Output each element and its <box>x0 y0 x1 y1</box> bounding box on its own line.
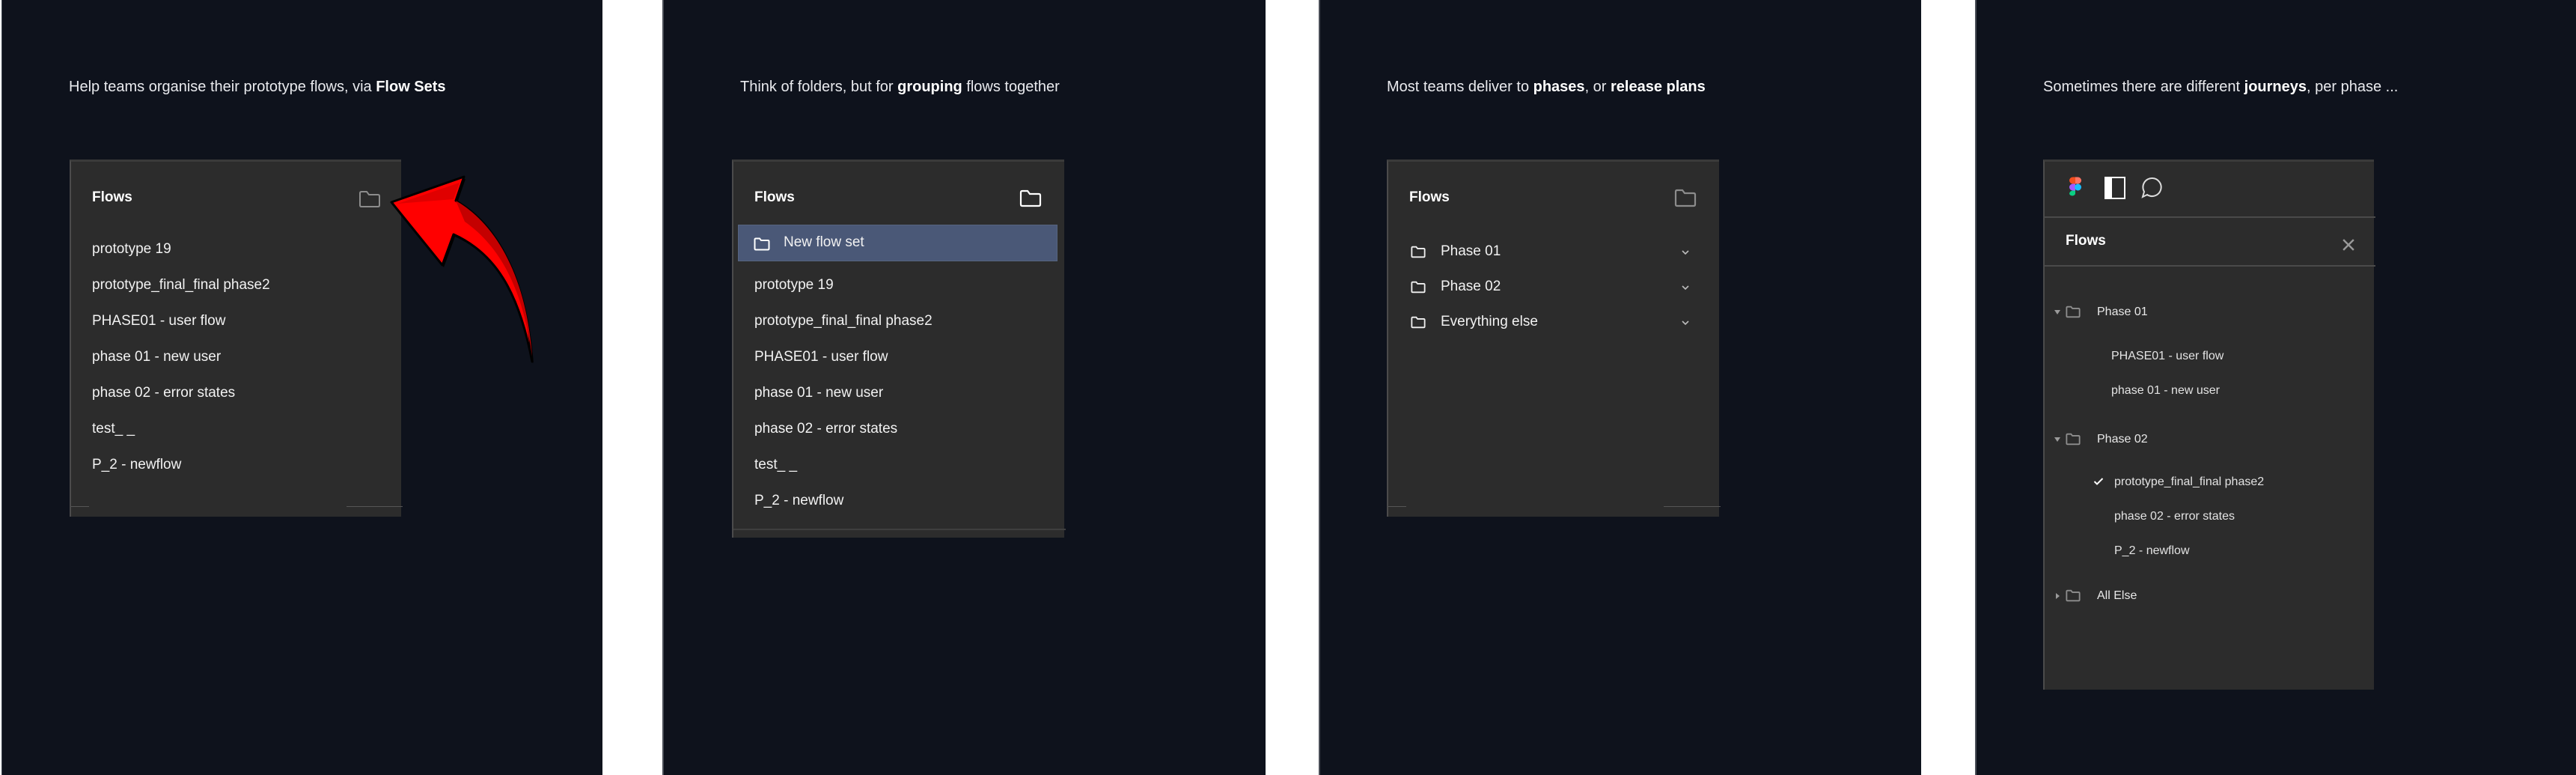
comment-icon[interactable] <box>2141 177 2164 199</box>
divider <box>1664 506 1721 507</box>
flow-item[interactable]: PHASE01 - user flow <box>2045 348 2375 365</box>
caption-text: Help teams organise their prototype flow… <box>69 79 376 95</box>
folder-icon <box>2066 589 2081 602</box>
flow-item[interactable]: phase 02 - error states <box>92 385 235 401</box>
flow-item[interactable]: prototype_final_final phase2 <box>2045 474 2375 490</box>
caption-text: , per phase ... <box>2307 79 2399 95</box>
caption-text: , or <box>1584 79 1611 95</box>
panel-caption: Think of folders, but for grouping flows… <box>740 77 1060 97</box>
flow-item[interactable]: prototype_final_final phase2 <box>754 313 933 329</box>
flow-item[interactable]: phase 02 - error states <box>2045 508 2375 525</box>
panel-caption: Sometimes there are different journeys, … <box>2043 77 2398 97</box>
chevron-down-icon[interactable] <box>1681 249 1690 255</box>
flows-panel: Flows Phase 01 Phase 02 Everything else <box>1387 159 1721 517</box>
flow-set-label: All Else <box>2097 589 2137 602</box>
folder-icon <box>1411 246 1426 258</box>
flows-panel: Flows New flow set prototype 19 prototype… <box>732 159 1066 538</box>
slide-panel-grouping: Think of folders, but for grouping flows… <box>662 0 1266 775</box>
divider <box>2045 265 2375 267</box>
caret-down-icon[interactable] <box>2054 436 2061 443</box>
folder-icon <box>1411 281 1426 294</box>
flows-title: Flows <box>754 189 795 205</box>
flow-item[interactable]: PHASE01 - user flow <box>92 313 225 329</box>
caption-text: flows together <box>962 79 1060 95</box>
checkmark-icon <box>2093 478 2104 485</box>
flow-item[interactable]: test_ _ <box>92 421 135 437</box>
flow-set-row[interactable]: Phase 02 <box>1388 278 1721 300</box>
flows-title: Flows <box>1409 189 1450 205</box>
divider <box>1388 506 1406 507</box>
flow-item[interactable]: prototype 19 <box>754 277 834 294</box>
divider <box>733 529 1066 530</box>
folder-icon[interactable] <box>358 190 381 208</box>
flow-item[interactable]: prototype 19 <box>92 241 171 258</box>
caption-text: Think of folders, but for <box>740 79 898 95</box>
caption-emphasis: grouping <box>897 79 962 95</box>
flow-set-row[interactable]: Phase 02 <box>2045 431 2375 449</box>
folder-icon <box>2066 306 2081 318</box>
close-icon[interactable] <box>2342 239 2354 251</box>
flows-sidebar: Flows Phase 01 PHASE01 - user flow phase 0… <box>2043 159 2375 690</box>
caption-text: Sometimes there are different <box>2043 79 2244 95</box>
flow-item[interactable]: phase 02 - error states <box>754 421 897 437</box>
flow-set-label: Phase 01 <box>2097 306 2148 318</box>
folder-icon <box>1411 316 1426 329</box>
flow-item-label: P_2 - newflow <box>2114 544 2190 557</box>
flow-set-row[interactable]: All Else <box>2045 587 2375 605</box>
flow-item[interactable]: prototype_final_final phase2 <box>92 277 270 294</box>
slide-panel-flow-sets: Help teams organise their prototype flow… <box>1 0 602 775</box>
caret-down-icon[interactable] <box>2054 309 2061 316</box>
flow-item-label: phase 02 - error states <box>2114 510 2235 523</box>
flow-set-label: Phase 02 <box>2097 433 2148 446</box>
folder-icon <box>754 237 770 251</box>
caption-emphasis: release plans <box>1611 79 1706 95</box>
slide-panel-journeys: Sometimes there are different journeys, … <box>1975 0 2576 775</box>
flow-item[interactable]: phase 01 - new user <box>2045 383 2375 399</box>
flow-item[interactable]: P_2 - newflow <box>92 457 181 473</box>
folder-icon <box>2066 433 2081 446</box>
caption-text: Most teams deliver to <box>1387 79 1533 95</box>
flow-item[interactable]: phase 01 - new user <box>754 385 883 401</box>
divider <box>2045 216 2375 218</box>
flow-item[interactable]: test_ _ <box>754 457 797 473</box>
flow-item-label: prototype_final_final phase2 <box>2114 475 2265 488</box>
flow-item-label: phase 01 - new user <box>2111 384 2220 397</box>
folder-icon[interactable] <box>1019 189 1042 207</box>
flow-set-row[interactable]: Phase 01 <box>2045 303 2375 321</box>
chevron-down-icon[interactable] <box>1681 320 1690 326</box>
figma-logo-icon[interactable] <box>2067 177 2084 199</box>
flow-item[interactable]: P_2 - newflow <box>754 493 843 509</box>
flow-set-row[interactable]: Phase 01 <box>1388 243 1721 265</box>
flows-title: Flows <box>92 189 132 205</box>
flows-panel: Flows prototype 19 prototype_final_final … <box>70 159 403 517</box>
panel-caption: Most teams deliver to phases, or release… <box>1387 77 1706 97</box>
new-flow-set-label: New flow set <box>784 234 864 250</box>
flow-set-label: Everything else <box>1441 314 1538 329</box>
flows-title: Flows <box>2066 233 2106 249</box>
curved-arrow-icon <box>390 175 534 364</box>
flow-item[interactable]: PHASE01 - user flow <box>754 349 888 365</box>
slide-panel-phases: Most teams deliver to phases, or release… <box>1319 0 1921 775</box>
caret-right-icon[interactable] <box>2054 592 2061 600</box>
flow-item[interactable]: phase 01 - new user <box>92 349 221 365</box>
flow-item-label: PHASE01 - user flow <box>2111 350 2224 362</box>
caption-emphasis: journeys <box>2244 79 2307 95</box>
sidebar-panel-icon[interactable] <box>2105 177 2125 199</box>
caption-emphasis: Flow Sets <box>376 79 446 95</box>
new-flow-set-row[interactable]: New flow set <box>738 225 1057 261</box>
chevron-down-icon[interactable] <box>1681 285 1690 291</box>
panel-caption: Help teams organise their prototype flow… <box>69 77 446 97</box>
flow-set-label: Phase 02 <box>1441 279 1501 294</box>
caption-emphasis: phases <box>1533 79 1585 95</box>
divider <box>71 506 89 507</box>
flow-set-label: Phase 01 <box>1441 243 1501 259</box>
flow-set-row[interactable]: Everything else <box>1388 313 1721 335</box>
divider <box>347 506 403 507</box>
folder-icon[interactable] <box>1674 189 1697 207</box>
flow-item[interactable]: P_2 - newflow <box>2045 543 2375 559</box>
